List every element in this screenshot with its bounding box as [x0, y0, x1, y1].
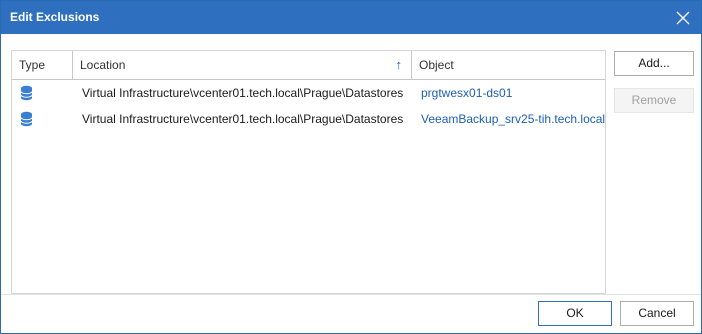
- table-row[interactable]: Virtual Infrastructure\vcenter01.tech.lo…: [12, 108, 605, 130]
- close-icon[interactable]: [671, 6, 695, 30]
- type-cell: [18, 108, 38, 130]
- type-cell: [18, 82, 38, 104]
- ok-button[interactable]: OK: [538, 301, 612, 326]
- cancel-button[interactable]: Cancel: [620, 301, 694, 326]
- object-link[interactable]: VeeamBackup_srv25-tih.tech.local: [421, 108, 607, 130]
- database-icon: [20, 85, 33, 101]
- exclusions-grid[interactable]: Type Location ↑ Object Virtual Infrastru…: [11, 50, 606, 294]
- column-header-object[interactable]: Object: [411, 51, 605, 79]
- location-cell: Virtual Infrastructure\vcenter01.tech.lo…: [82, 86, 404, 100]
- location-cell: Virtual Infrastructure\vcenter01.tech.lo…: [82, 112, 404, 126]
- column-header-location[interactable]: Location ↑: [72, 51, 412, 79]
- footer-divider: [1, 294, 701, 295]
- table-row[interactable]: Virtual Infrastructure\vcenter01.tech.lo…: [12, 82, 605, 104]
- window-title: Edit Exclusions: [10, 10, 100, 24]
- sort-ascending-icon: ↑: [395, 57, 403, 72]
- edit-exclusions-dialog: Edit Exclusions Type Location ↑ Object V…: [0, 0, 702, 334]
- remove-button[interactable]: Remove: [614, 88, 694, 113]
- column-header-type[interactable]: Type: [12, 51, 72, 79]
- add-button[interactable]: Add...: [614, 51, 694, 76]
- title-bar: Edit Exclusions: [1, 1, 701, 34]
- object-link[interactable]: prgtwesx01-ds01: [421, 82, 607, 104]
- database-icon: [20, 111, 33, 127]
- grid-header: Type Location ↑ Object: [12, 51, 605, 80]
